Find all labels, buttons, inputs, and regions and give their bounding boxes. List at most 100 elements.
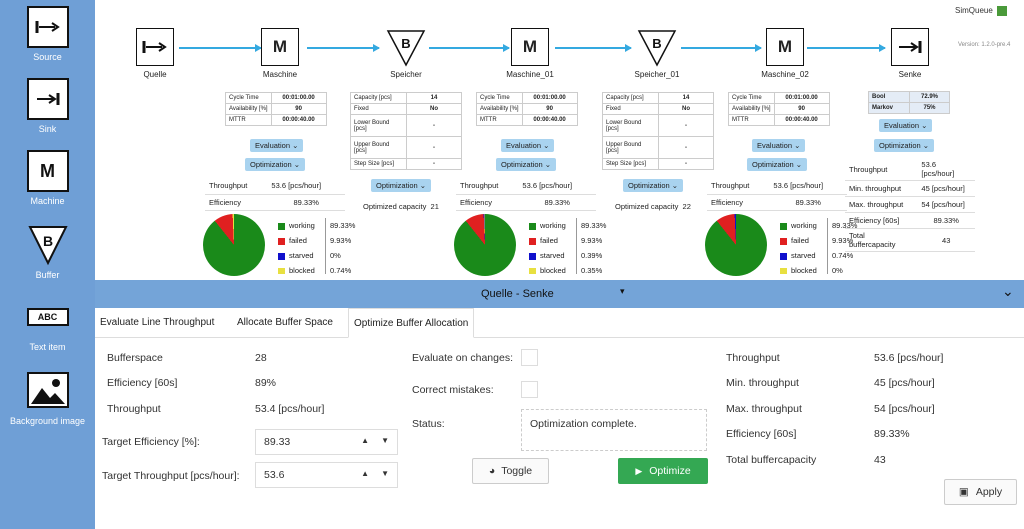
result-max-throughput-value: 54 [pcs/hour]	[874, 403, 935, 415]
buffer-params-table: Capacity [pcs] 14 Fixed No Lower Bound [pc…	[350, 92, 462, 170]
result-min-throughput-label: Min. throughput	[726, 377, 799, 389]
throughput-value: 53.4 [pcs/hour]	[255, 403, 325, 415]
collapse-chevron-icon[interactable]: ⌄	[1002, 283, 1014, 300]
palette-item-image[interactable]: Background image	[0, 372, 95, 426]
optimization-dropdown[interactable]: Optimization ⌄	[371, 179, 432, 192]
evaluation-dropdown[interactable]: Evaluation ⌄	[250, 139, 304, 152]
palette-item-sink[interactable]: Sink	[0, 78, 95, 134]
palette-item-text[interactable]: ABC Text item	[0, 308, 95, 352]
palette-label-machine: Machine	[30, 196, 65, 206]
text-item-icon-glyph: ABC	[37, 312, 58, 322]
state-pie-chart	[705, 214, 767, 276]
svg-text:B: B	[652, 36, 661, 51]
increment-icon[interactable]: ▲	[361, 469, 369, 478]
result-total-buffercapacity-label: Total buffercapacity	[726, 454, 817, 466]
pie-legend: working 89.33% failed 9.93% starved 0% bloc…	[278, 218, 368, 274]
svg-text:B: B	[42, 233, 52, 249]
optimization-dropdown[interactable]: Optimization ⌄	[623, 179, 684, 192]
chevron-down-icon: ⌄	[671, 181, 679, 190]
result-efficiency-value: 89.33%	[874, 428, 910, 440]
evaluation-dropdown[interactable]: Evaluation ⌄	[879, 119, 933, 132]
panel-divider[interactable]: Quelle - Senke ▾ ⌄	[95, 280, 1024, 308]
target-throughput-spinner[interactable]: 53.6 ▲ ▼	[255, 462, 398, 488]
connection-arrow[interactable]	[307, 44, 380, 51]
chevron-down-icon: ⌄	[794, 141, 801, 150]
optimization-dropdown[interactable]: Optimization ⌄	[874, 139, 935, 152]
result-max-throughput-label: Max. throughput	[726, 403, 802, 415]
optimization-dropdown[interactable]: Optimization ⌄	[496, 158, 557, 171]
text-item-icon: ABC	[26, 308, 69, 326]
tab-bar: Evaluate Line Throughput Allocate Buffer…	[95, 308, 1024, 338]
node-speicher-01[interactable]: B Speicher_01	[622, 28, 692, 79]
palette-label-sink: Sink	[38, 124, 57, 134]
node-quelle[interactable]: Quelle	[125, 28, 185, 79]
node-speicher[interactable]: B Speicher	[371, 28, 441, 79]
optimization-dropdown[interactable]: Optimization ⌄	[747, 158, 808, 171]
increment-icon[interactable]: ▲	[361, 436, 369, 445]
connection-arrow[interactable]	[429, 44, 510, 51]
pie-legend: working 89.33% failed 9.93% starved 0.74% b…	[780, 218, 870, 274]
state-pie-chart	[454, 214, 516, 276]
bufferspace-value: 28	[255, 352, 267, 364]
evaluate-on-changes-checkbox[interactable]	[521, 349, 538, 366]
sink-icon	[26, 78, 69, 120]
svg-text:B: B	[401, 36, 410, 51]
bufferspace-label: Bufferspace	[107, 352, 163, 364]
optimization-dropdown[interactable]: Optimization ⌄	[245, 158, 306, 171]
node-label: Senke	[898, 70, 922, 79]
brand-mark-icon	[997, 6, 1008, 16]
machine-icon: M	[261, 28, 299, 66]
line-select-caret-icon[interactable]: ▾	[620, 286, 625, 297]
tab-optimize-buffer-allocation[interactable]: Optimize Buffer Allocation	[348, 308, 475, 338]
evaluation-dropdown[interactable]: Evaluation ⌄	[501, 139, 555, 152]
correct-mistakes-checkbox[interactable]	[521, 381, 538, 398]
node-maschine-01[interactable]: M Maschine_01	[500, 28, 560, 79]
node-label: Quelle	[143, 70, 167, 79]
tab-allocate-buffer-space[interactable]: Allocate Buffer Space	[232, 308, 338, 338]
tab-evaluate-line-throughput[interactable]: Evaluate Line Throughput	[95, 308, 219, 338]
evaluation-dropdown[interactable]: Evaluation ⌄	[752, 139, 806, 152]
optimized-capacity: Optimized capacity 21	[363, 202, 439, 211]
image-icon	[26, 372, 69, 408]
model-canvas[interactable]: SimQueue Version: 1.2.0-pre.4 Quelle M M…	[95, 0, 1024, 280]
palette-label-source: Source	[33, 52, 62, 62]
buffer-icon: B	[386, 28, 426, 68]
palette-item-buffer[interactable]: B Buffer	[0, 224, 95, 280]
machine-params-table: Cycle Time 00:01:00.00 Availability [%] 90…	[728, 92, 830, 126]
node-label: Speicher	[390, 70, 422, 79]
result-throughput-value: 53.6 [pcs/hour]	[874, 352, 944, 364]
node-maschine[interactable]: M Maschine	[250, 28, 310, 79]
brand-version: Version: 1.2.0-pre.4	[958, 42, 1011, 48]
result-min-throughput-value: 45 [pcs/hour]	[874, 377, 935, 389]
node-maschine-02[interactable]: M Maschine_02	[750, 28, 820, 79]
toggle-button[interactable]: ◕ Toggle	[472, 458, 549, 484]
apply-button[interactable]: ▣ Apply	[944, 479, 1017, 505]
palette-label-buffer: Buffer	[35, 270, 60, 280]
connection-arrow[interactable]	[179, 44, 262, 51]
result-efficiency-label: Efficiency [60s]	[726, 428, 797, 440]
decrement-icon[interactable]: ▼	[381, 436, 389, 445]
brand-name: SimQueue	[955, 6, 993, 15]
target-efficiency-spinner[interactable]: 89.33 ▲ ▼	[255, 429, 398, 455]
decrement-icon[interactable]: ▼	[381, 469, 389, 478]
play-icon: ▶	[635, 465, 643, 476]
palette-item-machine[interactable]: M Machine	[0, 150, 95, 206]
machine-stats-table: Throughput 53.6 [pcs/hour] Efficiency 89.3…	[707, 178, 847, 211]
target-throughput-label: Target Throughput [pcs/hour]:	[102, 470, 240, 482]
optimize-button[interactable]: ▶ Optimize	[618, 458, 708, 484]
palette-label-image: Background image	[9, 416, 86, 426]
target-efficiency-label: Target Efficiency [%]:	[102, 436, 200, 448]
node-senke[interactable]: Senke	[880, 28, 940, 79]
chevron-down-icon: ⌄	[293, 160, 301, 169]
palette-item-source[interactable]: Source	[0, 6, 95, 62]
node-label: Maschine_02	[761, 70, 809, 79]
chevron-down-icon: ⌄	[795, 160, 803, 169]
correct-mistakes-label: Correct mistakes:	[412, 384, 494, 396]
efficiency-label: Efficiency [60s]	[107, 377, 178, 389]
node-label: Maschine	[262, 70, 298, 79]
connection-arrow[interactable]	[681, 44, 762, 51]
buffer-icon: B	[637, 28, 677, 68]
machine-params-table: Cycle Time 00:01:00.00 Availability [%] 90…	[476, 92, 578, 126]
connection-arrow[interactable]	[555, 44, 632, 51]
result-total-buffercapacity-value: 43	[874, 454, 886, 466]
